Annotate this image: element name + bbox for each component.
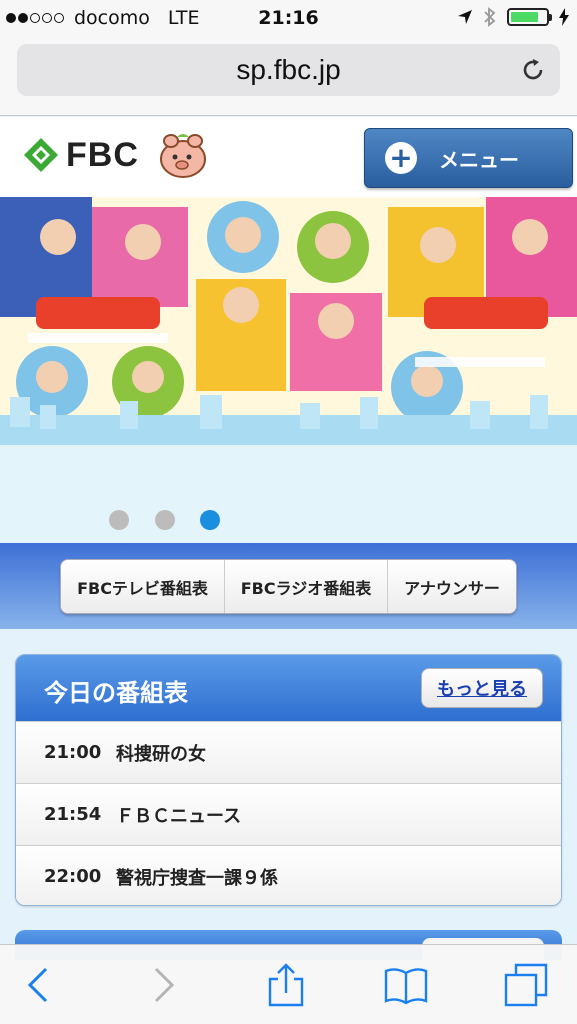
carousel-dot-2[interactable] [155,510,175,530]
schedule-row[interactable]: 22:00 警視庁捜査一課９係 [16,845,561,905]
banner-illustration [0,197,577,445]
location-icon [458,10,472,24]
forward-icon[interactable] [140,963,184,1007]
carousel-dot-1[interactable] [109,510,129,530]
battery-icon [507,8,552,26]
nav-item-radio-schedule[interactable]: FBCラジオ番組表 [225,560,388,613]
tabs-icon[interactable] [504,963,548,1007]
banner-background [0,445,577,545]
more-link[interactable]: もっと見る [421,668,543,708]
today-schedule-panel: 今日の番組表 もっと見る 21:00 科捜研の女 21:54 ＦＢＣニュース 2… [15,654,562,906]
reload-icon[interactable] [520,57,546,83]
nav-item-tv-schedule[interactable]: FBCテレビ番組表 [61,560,225,613]
program-name: ＦＢＣニュース [116,805,242,827]
program-name: 科捜研の女 [116,743,206,765]
fbc-logo[interactable]: FBC [22,131,211,179]
url-field[interactable]: sp.fbc.jp [17,44,560,96]
carousel-indicator [0,510,577,530]
schedule-header: 今日の番組表 もっと見る [16,655,561,721]
menu-label: メニュー [439,147,519,172]
program-time: 21:54 [44,804,102,825]
bookmarks-icon[interactable] [384,963,428,1007]
carousel-dot-3[interactable] [200,510,220,530]
menu-button[interactable]: + メニュー [364,128,573,188]
bluetooth-icon [484,7,496,27]
logo-text: FBC [66,135,139,174]
url-text: sp.fbc.jp [236,54,341,85]
back-icon[interactable] [18,963,62,1007]
program-name: 警視庁捜査一課９係 [116,867,278,889]
site-header: FBC + メニュー [0,117,577,197]
charging-icon [559,8,569,26]
program-time: 22:00 [44,866,102,887]
schedule-title: 今日の番組表 [44,679,188,707]
schedule-row[interactable]: 21:54 ＦＢＣニュース [16,783,561,845]
pig-mascot-icon [159,134,206,178]
schedule-row[interactable]: 21:00 科捜研の女 [16,721,561,783]
browser-toolbar [0,944,577,1024]
plus-icon: + [385,142,417,174]
fbc-logo-mark-icon [24,138,58,172]
program-time: 21:00 [44,742,102,763]
nav-segmented-control: FBCテレビ番組表 FBCラジオ番組表 アナウンサー [60,559,517,614]
nav-item-announcers[interactable]: アナウンサー [388,560,516,613]
status-right [457,7,569,27]
nav-band: FBCテレビ番組表 FBCラジオ番組表 アナウンサー [0,543,577,629]
banner-image[interactable] [0,197,577,445]
browser-address-area: sp.fbc.jp [0,38,577,116]
share-icon[interactable] [264,963,308,1007]
status-bar: docomo LTE 21:16 [0,0,577,38]
